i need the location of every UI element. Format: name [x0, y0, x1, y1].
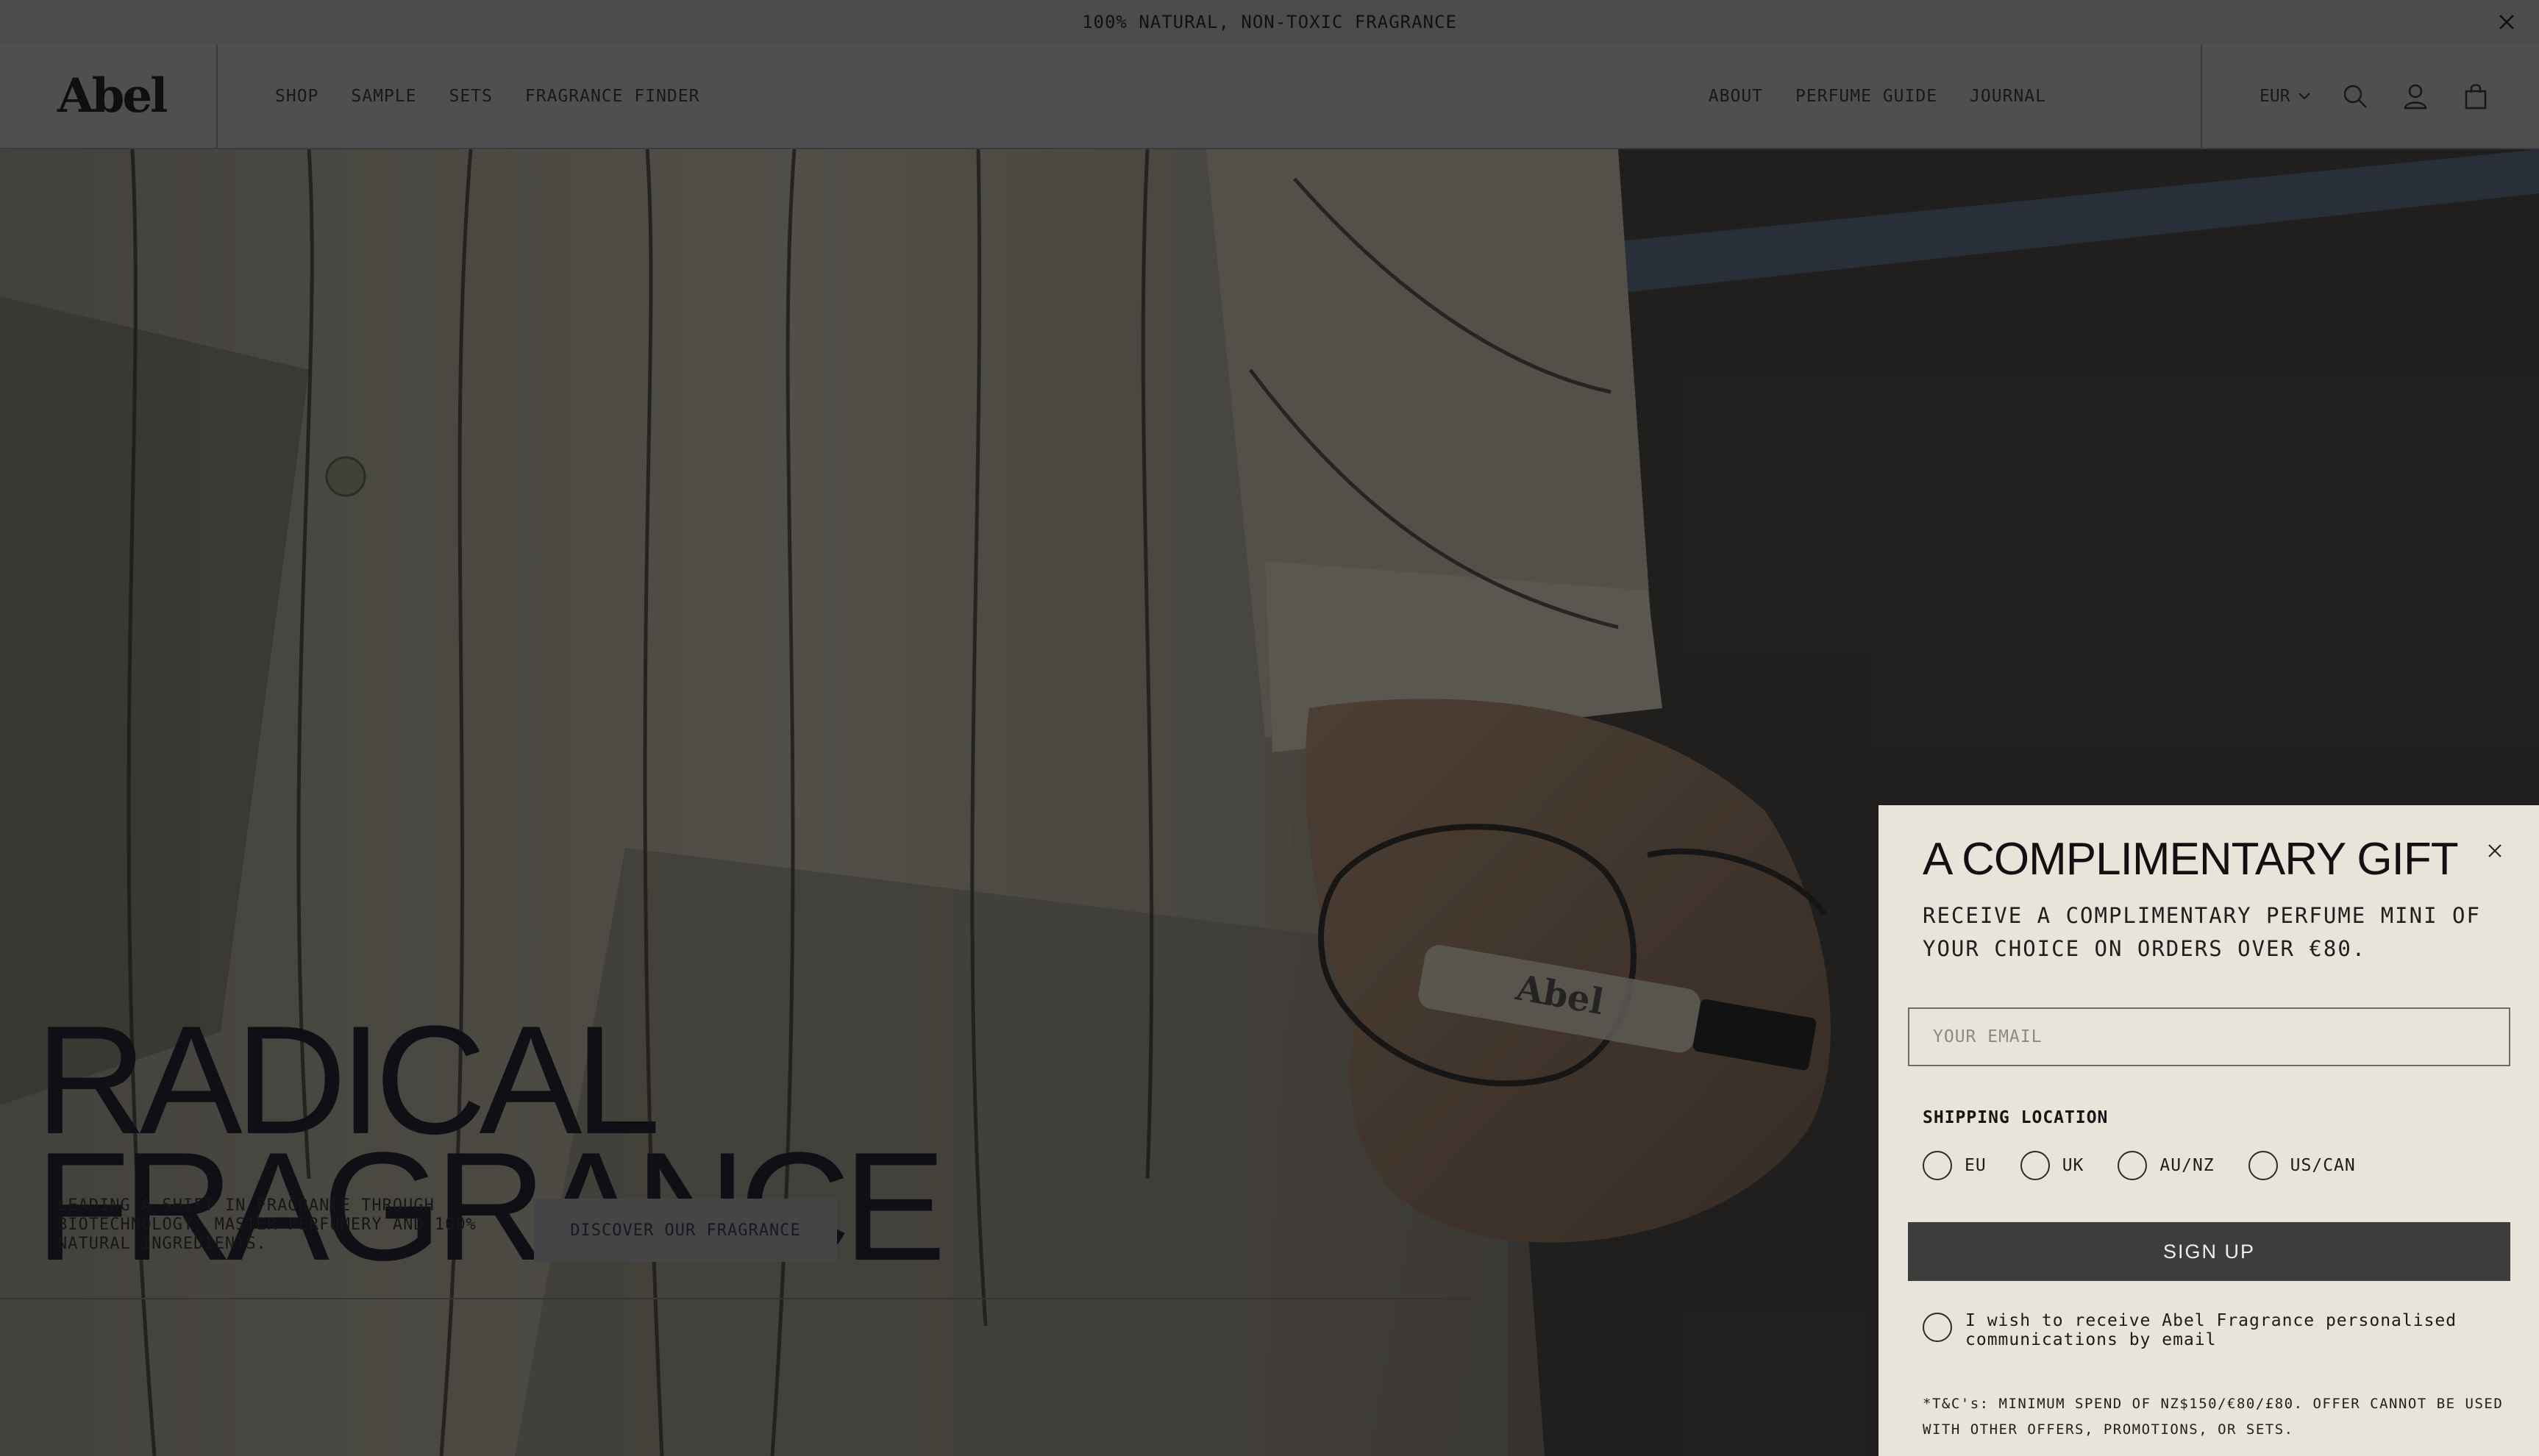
email-consent-option[interactable]: I wish to receive Abel Fragrance persona…: [1923, 1311, 2495, 1349]
radio-button[interactable]: [2118, 1151, 2148, 1180]
sign-up-button[interactable]: SIGN UP: [1908, 1222, 2510, 1281]
shipping-option-eu[interactable]: EU: [1923, 1151, 1987, 1180]
radio-button[interactable]: [1923, 1151, 1952, 1180]
consent-checkbox[interactable]: [1923, 1313, 1952, 1342]
shipping-option-uk[interactable]: UK: [2020, 1151, 2084, 1180]
shipping-option-uscan[interactable]: US/CAN: [2248, 1151, 2356, 1180]
close-icon[interactable]: [2480, 836, 2510, 866]
shipping-option-label: AU/NZ: [2159, 1156, 2215, 1175]
shipping-option-aunz[interactable]: AU/NZ: [2118, 1151, 2214, 1180]
shipping-location-label: SHIPPING LOCATION: [1923, 1108, 2109, 1127]
popup-title: A COMPLIMENTARY GIFT: [1923, 834, 2459, 885]
popup-description: RECEIVE A COMPLIMENTARY PERFUME MINI OF …: [1923, 903, 2481, 961]
radio-button[interactable]: [2248, 1151, 2278, 1180]
shipping-option-label: EU: [1965, 1156, 1987, 1175]
shipping-option-label: US/CAN: [2290, 1156, 2356, 1175]
email-field[interactable]: [1908, 1007, 2510, 1066]
gift-popup: A COMPLIMENTARY GIFT RECEIVE A COMPLIMEN…: [1879, 805, 2539, 1456]
shipping-option-label: UK: [2062, 1156, 2084, 1175]
consent-label: I wish to receive Abel Fragrance persona…: [1965, 1311, 2457, 1349]
radio-button[interactable]: [2020, 1151, 2050, 1180]
shipping-location-options: EU UK AU/NZ US/CAN: [1923, 1151, 2390, 1180]
terms-text: *T&C's: MINIMUM SPEND OF NZ$150/€80/£80.…: [1923, 1396, 2504, 1438]
